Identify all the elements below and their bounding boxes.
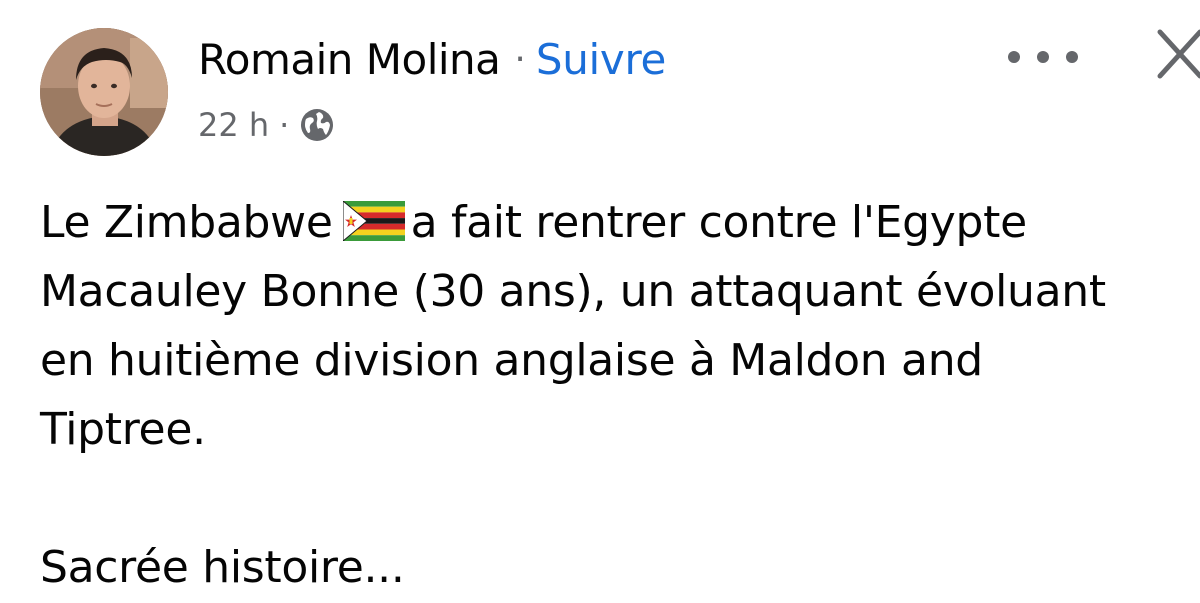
more-dot: [1066, 51, 1078, 63]
zimbabwe-flag-icon: [342, 192, 405, 243]
post-body-line: Le Zimbabwe a fait rentrer contre l'Egyp…: [40, 188, 1180, 257]
follow-button[interactable]: Suivre: [536, 35, 667, 84]
meta-separator: ·: [279, 106, 290, 144]
post-body-line: en huitième division anglaise à Maldon a…: [40, 335, 983, 386]
author-avatar[interactable]: [40, 28, 168, 156]
globe-icon: [299, 107, 335, 143]
post-body-line: Tiptree.: [40, 404, 206, 455]
more-dot: [1037, 51, 1049, 63]
more-options-button[interactable]: [1008, 40, 1078, 74]
more-dot: [1008, 51, 1020, 63]
author-separator: ·: [514, 38, 526, 80]
author-header: Romain Molina · Suivre: [198, 30, 666, 88]
close-button[interactable]: [1148, 22, 1200, 84]
post-card: Romain Molina · Suivre 22 h · Le Zimbabw…: [0, 0, 1200, 603]
post-meta: 22 h ·: [198, 104, 335, 146]
post-body-line: Sacrée histoire...: [40, 542, 405, 593]
post-text-segment: a fait rentrer contre l'Egypte: [410, 197, 1028, 248]
close-icon: [1157, 29, 1200, 79]
post-text-segment: Le Zimbabwe: [40, 197, 333, 248]
post-body-line: Macauley Bonne (30 ans), un attaquant év…: [40, 266, 1106, 317]
post-body: Le Zimbabwe a fait rentrer contre l'Egyp…: [40, 188, 1180, 602]
post-timestamp[interactable]: 22 h: [198, 106, 269, 144]
author-name[interactable]: Romain Molina: [198, 35, 501, 84]
